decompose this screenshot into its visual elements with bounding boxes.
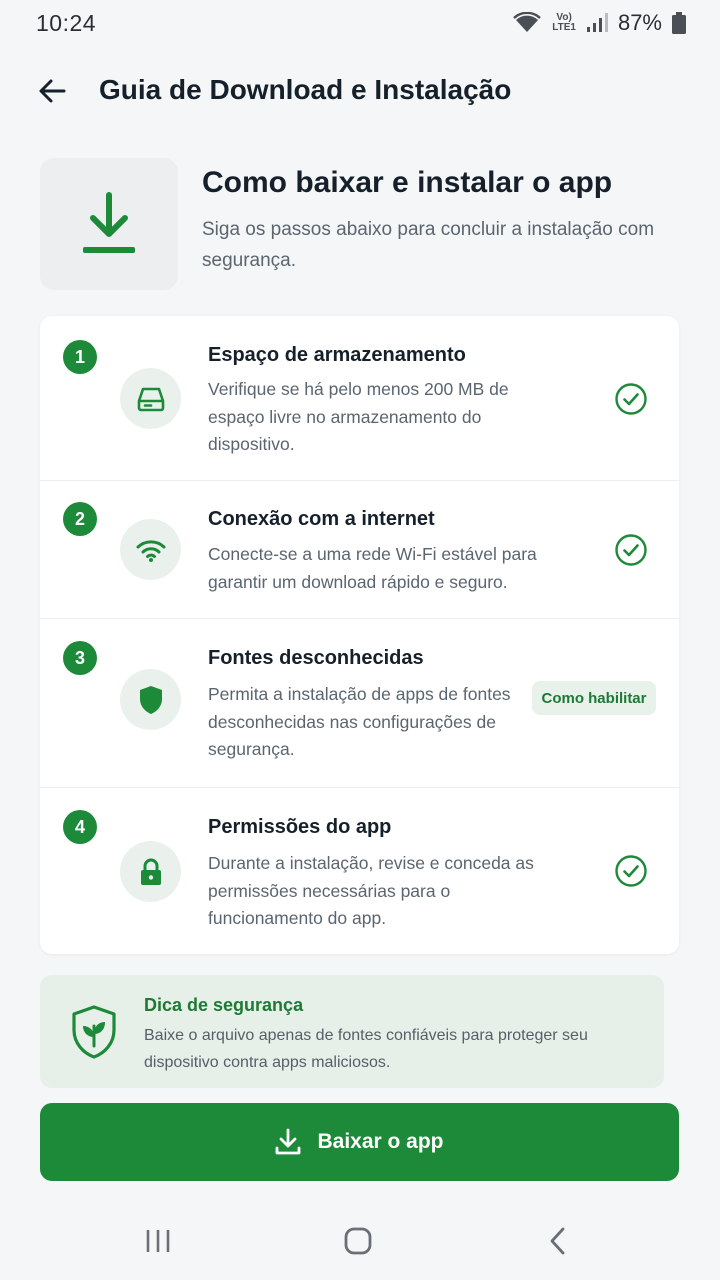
status-time: 10:24: [36, 9, 97, 36]
step-description: Verifique se há pelo menos 200 MB de esp…: [208, 379, 509, 454]
app-header: Guia de Download e Instalação: [0, 60, 720, 120]
download-button-label: Baixar o app: [317, 1130, 444, 1153]
security-tip: Dica de segurança Baixe o arquivo apenas…: [40, 975, 664, 1088]
step-description: Durante a instalação, revise e conceda a…: [208, 853, 534, 928]
step-icon-circle: [120, 669, 181, 730]
step-storage: 1 Espaço de armazenamento Verifique se h…: [40, 316, 679, 481]
tip-text: Baixe o arquivo apenas de fontes confiáv…: [144, 1027, 588, 1071]
step-title: Conexão com a internet: [208, 508, 435, 530]
status-icons: Vo) LTE1 87%: [512, 10, 686, 36]
step-number: 4: [63, 810, 97, 844]
back-button[interactable]: [36, 74, 70, 108]
home-button[interactable]: [338, 1224, 378, 1258]
hero-title: Como baixar e instalar o app: [202, 166, 613, 199]
screen: 10:24 Vo) LTE1 87% Guia de Download e In…: [0, 0, 720, 1280]
tip-title: Dica de segurança: [144, 995, 304, 1015]
download-icon: [276, 1128, 301, 1155]
step-icon-circle: [120, 841, 181, 902]
check-circle-icon: [615, 534, 647, 566]
hero-subtitle: Siga os passos abaixo para concluir a in…: [202, 219, 655, 271]
battery-icon: [672, 12, 686, 34]
step-icon-circle: [120, 519, 181, 580]
page-title: Guia de Download e Instalação: [99, 74, 512, 105]
wifi-icon: [136, 539, 165, 562]
steps-card: 1 Espaço de armazenamento Verifique se h…: [40, 316, 679, 954]
check-circle-icon: [615, 383, 647, 415]
check-circle-icon: [615, 855, 647, 887]
status-bar: 10:24 Vo) LTE1 87%: [0, 0, 720, 46]
battery-percentage: 87%: [617, 10, 662, 35]
home-icon: [344, 1227, 372, 1255]
arrow-left-icon: [39, 79, 66, 103]
download-app-button[interactable]: Baixar o app: [40, 1103, 679, 1181]
step-permissions: 4 Permissões do app Durante a instalação…: [40, 788, 679, 954]
step-unknown-sources: 3 Fontes desconhecidas Permita a instala…: [40, 619, 679, 788]
hero-icon-box: [40, 158, 178, 290]
download-icon: [83, 192, 135, 253]
recent-apps-button[interactable]: [138, 1224, 178, 1258]
system-back-button[interactable]: [538, 1224, 578, 1258]
shield-leaf-icon: [72, 1005, 116, 1059]
shield-icon: [139, 685, 162, 714]
step-number: 2: [63, 502, 97, 536]
signal-icon: [586, 13, 608, 32]
step-title: Permissões do app: [208, 816, 392, 838]
chevron-left-icon: [550, 1227, 565, 1255]
lock-icon: [140, 858, 161, 885]
step-description: Conecte-se a uma rede Wi-Fi estável para…: [208, 544, 537, 592]
storage-drive-icon: [137, 387, 164, 411]
system-nav-bar: [0, 1200, 720, 1280]
wifi-status-icon: [513, 12, 542, 32]
step-title: Fontes desconhecidas: [208, 647, 424, 669]
step-internet: 2 Conexão com a internet Conecte-se a um…: [40, 481, 679, 619]
how-to-enable-button[interactable]: Como habilitar: [532, 681, 656, 715]
recent-apps-icon: [146, 1230, 170, 1252]
step-number: 3: [63, 641, 97, 675]
volte-indicator: Vo) LTE1: [552, 12, 576, 33]
step-number: 1: [63, 340, 97, 374]
step-icon-circle: [120, 368, 181, 429]
step-description: Permita a instalação de apps de fontes d…: [208, 684, 511, 759]
step-title: Espaço de armazenamento: [208, 344, 466, 366]
